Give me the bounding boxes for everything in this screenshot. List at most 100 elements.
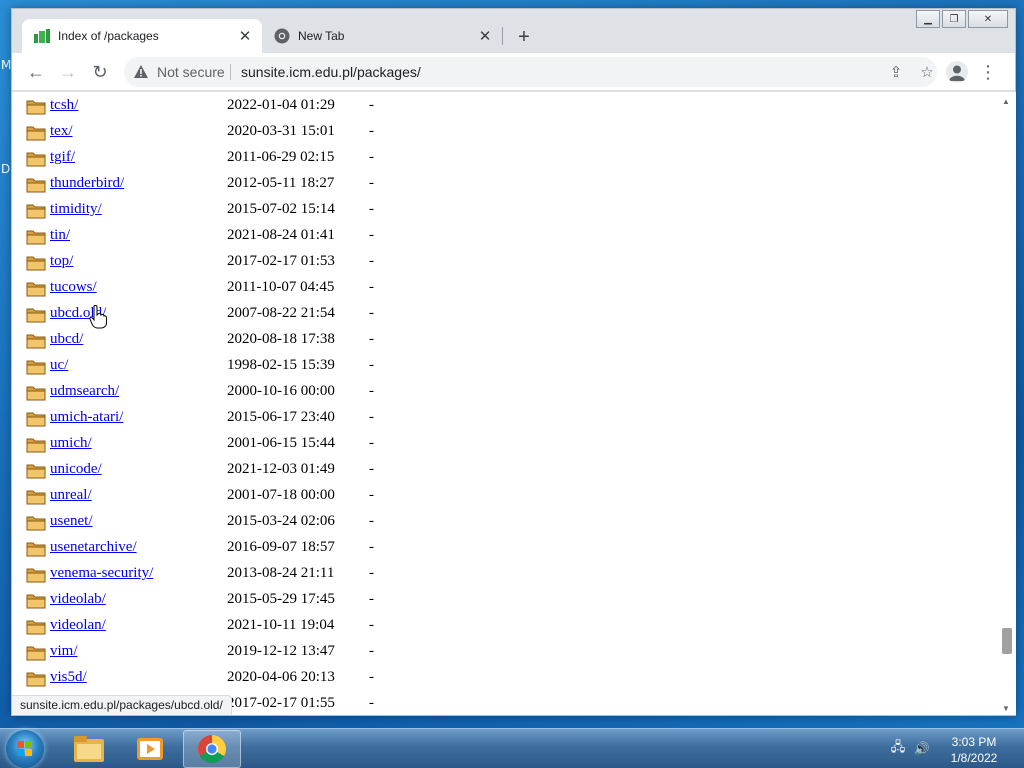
back-button[interactable]: ←	[24, 60, 48, 84]
minimize-button[interactable]: ▁	[916, 10, 940, 28]
directory-link[interactable]: top/	[50, 253, 73, 270]
table-row: videolab/2015-05-29 17:45 -	[12, 589, 996, 615]
directory-link[interactable]: udmsearch/	[50, 383, 119, 400]
table-row: udmsearch/2000-10-16 00:00 -	[12, 381, 996, 407]
directory-link[interactable]: tin/	[50, 227, 70, 244]
volume-icon[interactable]: 🔊	[914, 741, 930, 757]
share-icon[interactable]: ⇪	[887, 63, 905, 81]
file-size: -	[369, 669, 374, 685]
vertical-scrollbar[interactable]: ▲ ▼	[996, 92, 1016, 715]
tab-title: Index of /packages	[58, 29, 159, 43]
table-row: uc/1998-02-15 15:39 -	[12, 355, 996, 381]
file-size: -	[369, 435, 374, 451]
file-size: -	[369, 591, 374, 607]
directory-link[interactable]: ubcd/	[50, 331, 83, 348]
url-text[interactable]: sunsite.icm.edu.pl/packages/	[241, 64, 421, 80]
folder-icon	[26, 490, 46, 505]
close-tab-icon[interactable]: ✕	[234, 25, 256, 47]
maximize-button[interactable]: ❐	[942, 10, 966, 28]
network-icon[interactable]: 🖧	[890, 739, 906, 757]
tab-new-tab[interactable]: New Tab ✕	[262, 19, 502, 53]
directory-link[interactable]: uc/	[50, 357, 68, 374]
modified-date: 2017-02-17 01:55	[227, 695, 335, 711]
file-size: -	[369, 305, 374, 321]
table-row: unreal/2001-07-18 00:00 -	[12, 485, 996, 511]
folder-icon	[26, 126, 46, 141]
tab-strip: Index of /packages ✕ New Tab ✕ + ▁ ❐ ✕	[12, 9, 1015, 53]
new-tab-button[interactable]: +	[512, 25, 536, 49]
directory-link[interactable]: unreal/	[50, 487, 92, 504]
folder-icon	[26, 542, 46, 557]
modified-date: 2011-06-29 02:15	[227, 149, 335, 165]
close-tab-icon[interactable]: ✕	[474, 25, 496, 47]
tab-index-of-packages[interactable]: Index of /packages ✕	[22, 19, 262, 53]
directory-link[interactable]: tex/	[50, 123, 73, 140]
directory-link[interactable]: thunderbird/	[50, 175, 124, 192]
start-button[interactable]	[6, 730, 44, 768]
file-size: -	[369, 123, 374, 139]
taskbar-media-player[interactable]	[121, 730, 179, 768]
folder-icon	[26, 152, 46, 167]
warning-icon	[134, 65, 148, 78]
directory-link[interactable]: unicode/	[50, 461, 102, 478]
modified-date: 2015-06-17 23:40	[227, 409, 335, 425]
bookmark-star-icon[interactable]: ☆	[918, 63, 936, 81]
file-size: -	[369, 253, 374, 269]
file-size: -	[369, 513, 374, 529]
scroll-up-arrow-icon[interactable]: ▲	[1000, 95, 1012, 107]
close-window-button[interactable]: ✕	[968, 10, 1008, 28]
file-size: -	[369, 565, 374, 581]
file-size: -	[369, 97, 374, 113]
folder-icon	[26, 464, 46, 479]
directory-link[interactable]: tgif/	[50, 149, 75, 166]
table-row: usenetarchive/2016-09-07 18:57 -	[12, 537, 996, 563]
windows-logo-icon	[17, 741, 32, 756]
modified-date: 2015-03-24 02:06	[227, 513, 335, 529]
taskbar-file-explorer[interactable]	[60, 730, 118, 768]
directory-link[interactable]: videolan/	[50, 617, 106, 634]
modified-date: 2017-02-17 01:53	[227, 253, 335, 269]
modified-date: 2012-05-11 18:27	[227, 175, 335, 191]
modified-date: 2019-12-12 13:47	[227, 643, 335, 659]
directory-link[interactable]: venema-security/	[50, 565, 153, 582]
directory-link[interactable]: umich/	[50, 435, 92, 452]
table-row: umich-atari/2015-06-17 23:40 -	[12, 407, 996, 433]
more-menu-icon[interactable]: ⋮	[979, 61, 997, 83]
address-bar[interactable]: Not secure sunsite.icm.edu.pl/packages/ …	[124, 57, 937, 87]
chrome-icon	[198, 735, 226, 763]
security-label[interactable]: Not secure	[157, 64, 225, 80]
modified-date: 2022-01-04 01:29	[227, 97, 335, 113]
directory-link[interactable]: usenet/	[50, 513, 93, 530]
table-row: tcsh/2022-01-04 01:29 -	[12, 95, 996, 121]
table-row: usenet/2015-03-24 02:06 -	[12, 511, 996, 537]
directory-link[interactable]: timidity/	[50, 201, 102, 218]
profile-avatar-icon[interactable]	[946, 61, 968, 83]
scroll-thumb[interactable]	[1002, 628, 1012, 654]
table-row: venema-security/2013-08-24 21:11 -	[12, 563, 996, 589]
modified-date: 2001-07-18 00:00	[227, 487, 335, 503]
scroll-down-arrow-icon[interactable]: ▼	[1000, 702, 1012, 714]
reload-button[interactable]: ↻	[88, 60, 112, 84]
folder-icon	[26, 646, 46, 661]
taskbar-chrome[interactable]	[183, 730, 241, 768]
directory-link[interactable]: tucows/	[50, 279, 97, 296]
directory-link[interactable]: vis5d/	[50, 669, 87, 686]
directory-link[interactable]: vim/	[50, 643, 78, 660]
file-size: -	[369, 617, 374, 633]
chrome-window: Index of /packages ✕ New Tab ✕ + ▁ ❐ ✕ ←…	[11, 8, 1016, 716]
forward-button[interactable]: →	[56, 60, 80, 84]
modified-date: 2016-09-07 18:57	[227, 539, 335, 555]
folder-icon	[26, 386, 46, 401]
modified-date: 2020-04-06 20:13	[227, 669, 335, 685]
file-explorer-icon	[74, 736, 104, 762]
folder-icon	[26, 178, 46, 193]
system-clock[interactable]: 3:03 PM 1/8/2022	[936, 734, 1012, 766]
desktop-icon-label-m: M	[1, 58, 12, 72]
directory-link[interactable]: usenetarchive/	[50, 539, 137, 556]
file-size: -	[369, 331, 374, 347]
directory-link[interactable]: umich-atari/	[50, 409, 123, 426]
directory-link[interactable]: tcsh/	[50, 97, 78, 114]
file-size: -	[369, 279, 374, 295]
modified-date: 2011-10-07 04:45	[227, 279, 335, 295]
directory-link[interactable]: videolab/	[50, 591, 106, 608]
